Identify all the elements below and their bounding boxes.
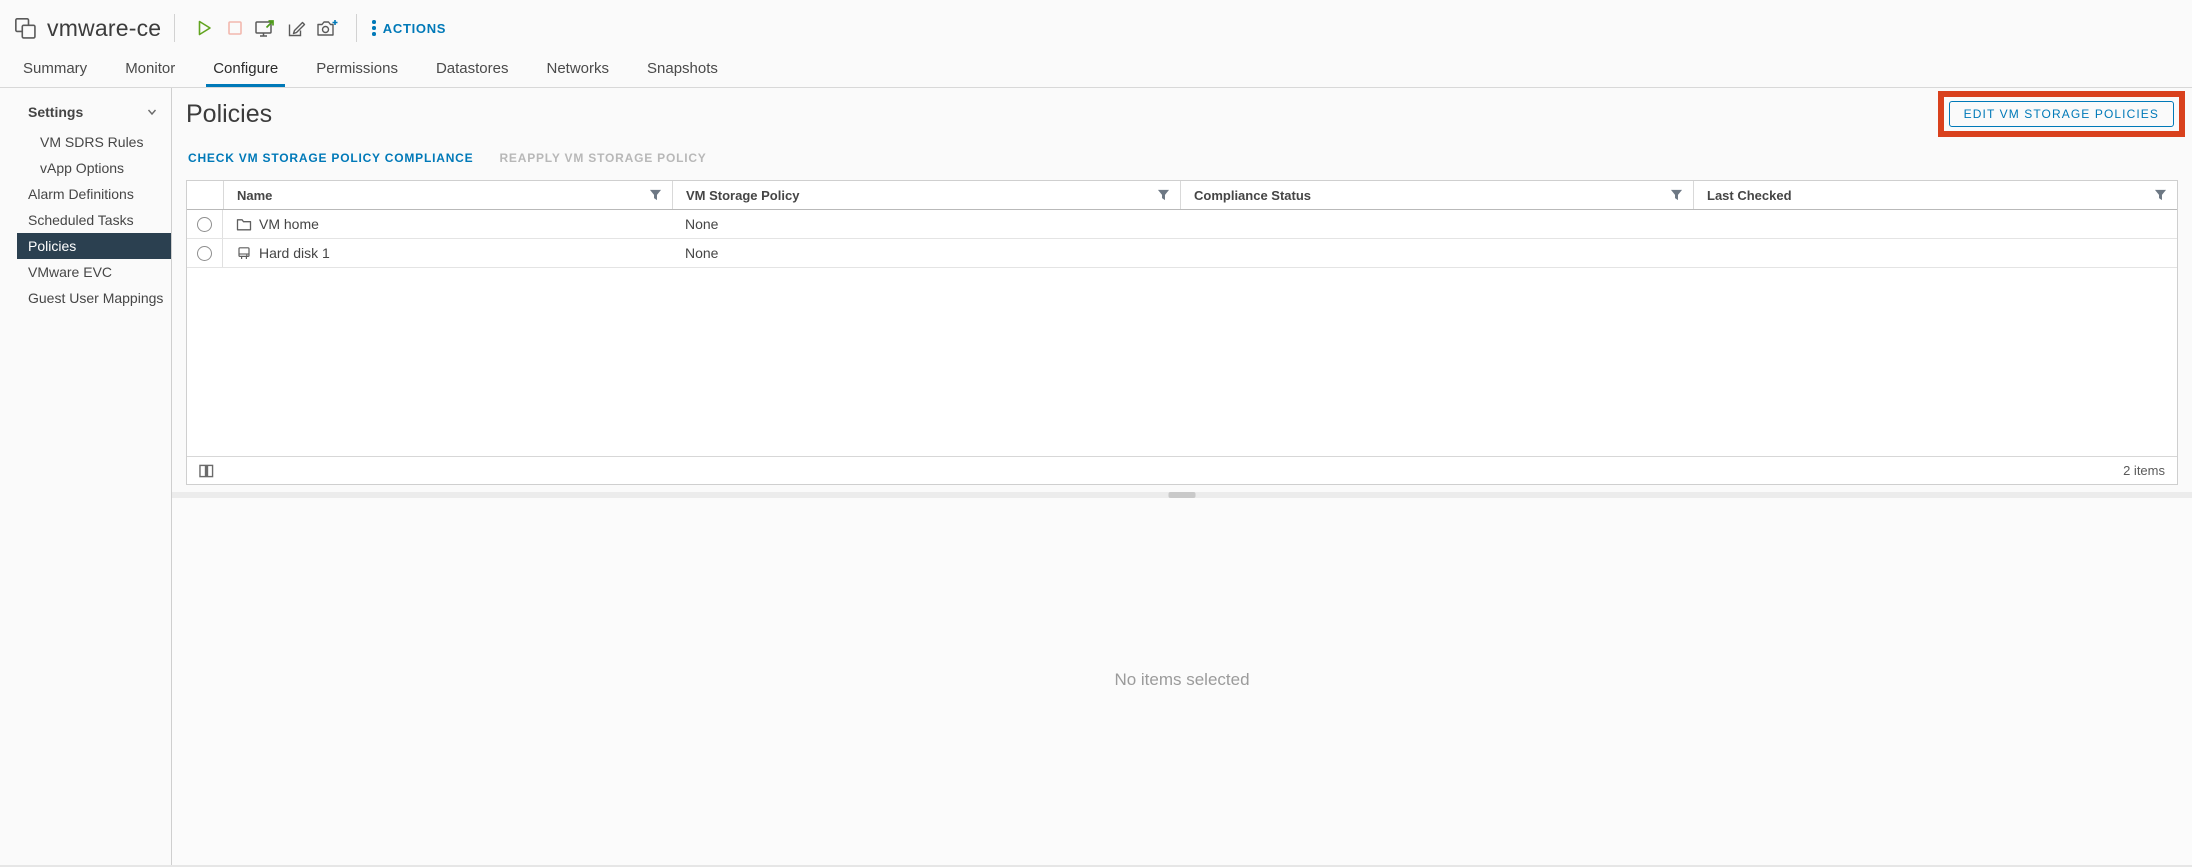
policies-header: Policies EDIT VM STORAGE POLICIES (172, 90, 2192, 138)
edit-vm-storage-policies-button[interactable]: EDIT VM STORAGE POLICIES (1949, 101, 2174, 127)
hard-disk-icon (236, 245, 252, 261)
tab-bar: Summary Monitor Configure Permissions Da… (14, 50, 2192, 87)
filter-icon[interactable] (649, 189, 662, 201)
name-cell: Hard disk 1 (223, 239, 672, 267)
take-snapshot-icon[interactable] (312, 13, 343, 43)
column-header-compliance-status[interactable]: Compliance Status (1180, 181, 1693, 209)
sidebar-section-label: Settings (28, 104, 83, 120)
tab-configure[interactable]: Configure (206, 60, 285, 87)
power-off-icon[interactable] (219, 13, 250, 43)
reapply-policy-link[interactable]: REAPPLY VM STORAGE POLICY (499, 151, 706, 165)
name-cell: VM home (223, 210, 672, 238)
actions-button[interactable]: ACTIONS (372, 20, 446, 36)
splitter-handle[interactable] (1169, 492, 1196, 498)
filter-icon[interactable] (1670, 189, 1683, 201)
sidebar-item-alarm-definitions[interactable]: Alarm Definitions (17, 181, 171, 207)
table-footer: 2 items (187, 456, 2177, 484)
chevron-down-icon (145, 105, 159, 119)
tab-summary[interactable]: Summary (16, 60, 94, 87)
table-empty-space (187, 268, 2177, 456)
policy-cell: None (672, 210, 1180, 238)
compliance-cell (1180, 239, 1693, 267)
vm-icon (14, 17, 37, 40)
tab-datastores[interactable]: Datastores (429, 60, 516, 87)
sidebar-section-settings[interactable]: Settings (0, 99, 171, 125)
sidebar-item-vapp-options[interactable]: vApp Options (17, 155, 171, 181)
annotation-highlight: EDIT VM STORAGE POLICIES (1938, 91, 2185, 137)
policy-action-bar: CHECK VM STORAGE POLICY COMPLIANCE REAPP… (172, 138, 2192, 177)
table-row-hard-disk-1[interactable]: Hard disk 1 None (187, 239, 2177, 268)
table-row-vm-home[interactable]: VM home None (187, 210, 2177, 239)
sidebar-item-vm-sdrs-rules[interactable]: VM SDRS Rules (17, 129, 171, 155)
vm-header: vmware-ce (0, 0, 2192, 88)
folder-icon (236, 217, 252, 232)
filter-icon[interactable] (1157, 189, 1170, 201)
tab-snapshots[interactable]: Snapshots (640, 60, 725, 87)
filter-icon[interactable] (2154, 189, 2167, 201)
last-checked-cell (1693, 239, 2177, 267)
tab-networks[interactable]: Networks (540, 60, 617, 87)
row-select-cell (187, 210, 223, 238)
empty-selection-text: No items selected (1114, 670, 1249, 690)
policies-panel: Policies EDIT VM STORAGE POLICIES CHECK … (172, 88, 2192, 865)
content: Settings VM SDRS Rules vApp Options Alar… (0, 88, 2192, 867)
vm-title: vmware-ce (47, 15, 161, 42)
power-on-icon[interactable] (188, 13, 219, 43)
items-count: 2 items (2123, 463, 2165, 478)
radio-button[interactable] (197, 217, 212, 232)
sidebar-item-scheduled-tasks[interactable]: Scheduled Tasks (17, 207, 171, 233)
panel-splitter (172, 492, 2192, 498)
sidebar-nav: VM SDRS Rules vApp Options Alarm Definit… (17, 129, 171, 311)
title-row: vmware-ce (14, 0, 2192, 50)
ellipsis-icon (372, 20, 376, 36)
columns-icon[interactable] (199, 464, 214, 478)
policy-cell: None (672, 239, 1180, 267)
storage-policy-table: Name VM Storage Policy Compliance Status (186, 180, 2178, 485)
divider (356, 14, 357, 42)
divider (174, 14, 175, 42)
selection-detail-panel: No items selected (172, 498, 2192, 865)
actions-label: ACTIONS (383, 21, 446, 36)
tab-permissions[interactable]: Permissions (309, 60, 405, 87)
configure-sidebar: Settings VM SDRS Rules vApp Options Alar… (0, 88, 172, 865)
column-header-last-checked[interactable]: Last Checked (1693, 181, 2177, 209)
sidebar-item-policies[interactable]: Policies (17, 233, 171, 259)
compliance-cell (1180, 210, 1693, 238)
page-title: Policies (186, 100, 272, 129)
edit-settings-icon[interactable] (281, 13, 312, 43)
select-column-header (187, 181, 223, 209)
launch-console-icon[interactable] (250, 13, 281, 43)
check-compliance-link[interactable]: CHECK VM STORAGE POLICY COMPLIANCE (188, 151, 473, 165)
column-header-vm-storage-policy[interactable]: VM Storage Policy (672, 181, 1180, 209)
column-header-name[interactable]: Name (223, 181, 672, 209)
row-select-cell (187, 239, 223, 267)
sidebar-item-vmware-evc[interactable]: VMware EVC (17, 259, 171, 285)
radio-button[interactable] (197, 246, 212, 261)
sidebar-item-guest-user-mappings[interactable]: Guest User Mappings (17, 285, 171, 311)
table-header-row: Name VM Storage Policy Compliance Status (187, 181, 2177, 210)
last-checked-cell (1693, 210, 2177, 238)
tab-monitor[interactable]: Monitor (118, 60, 182, 87)
